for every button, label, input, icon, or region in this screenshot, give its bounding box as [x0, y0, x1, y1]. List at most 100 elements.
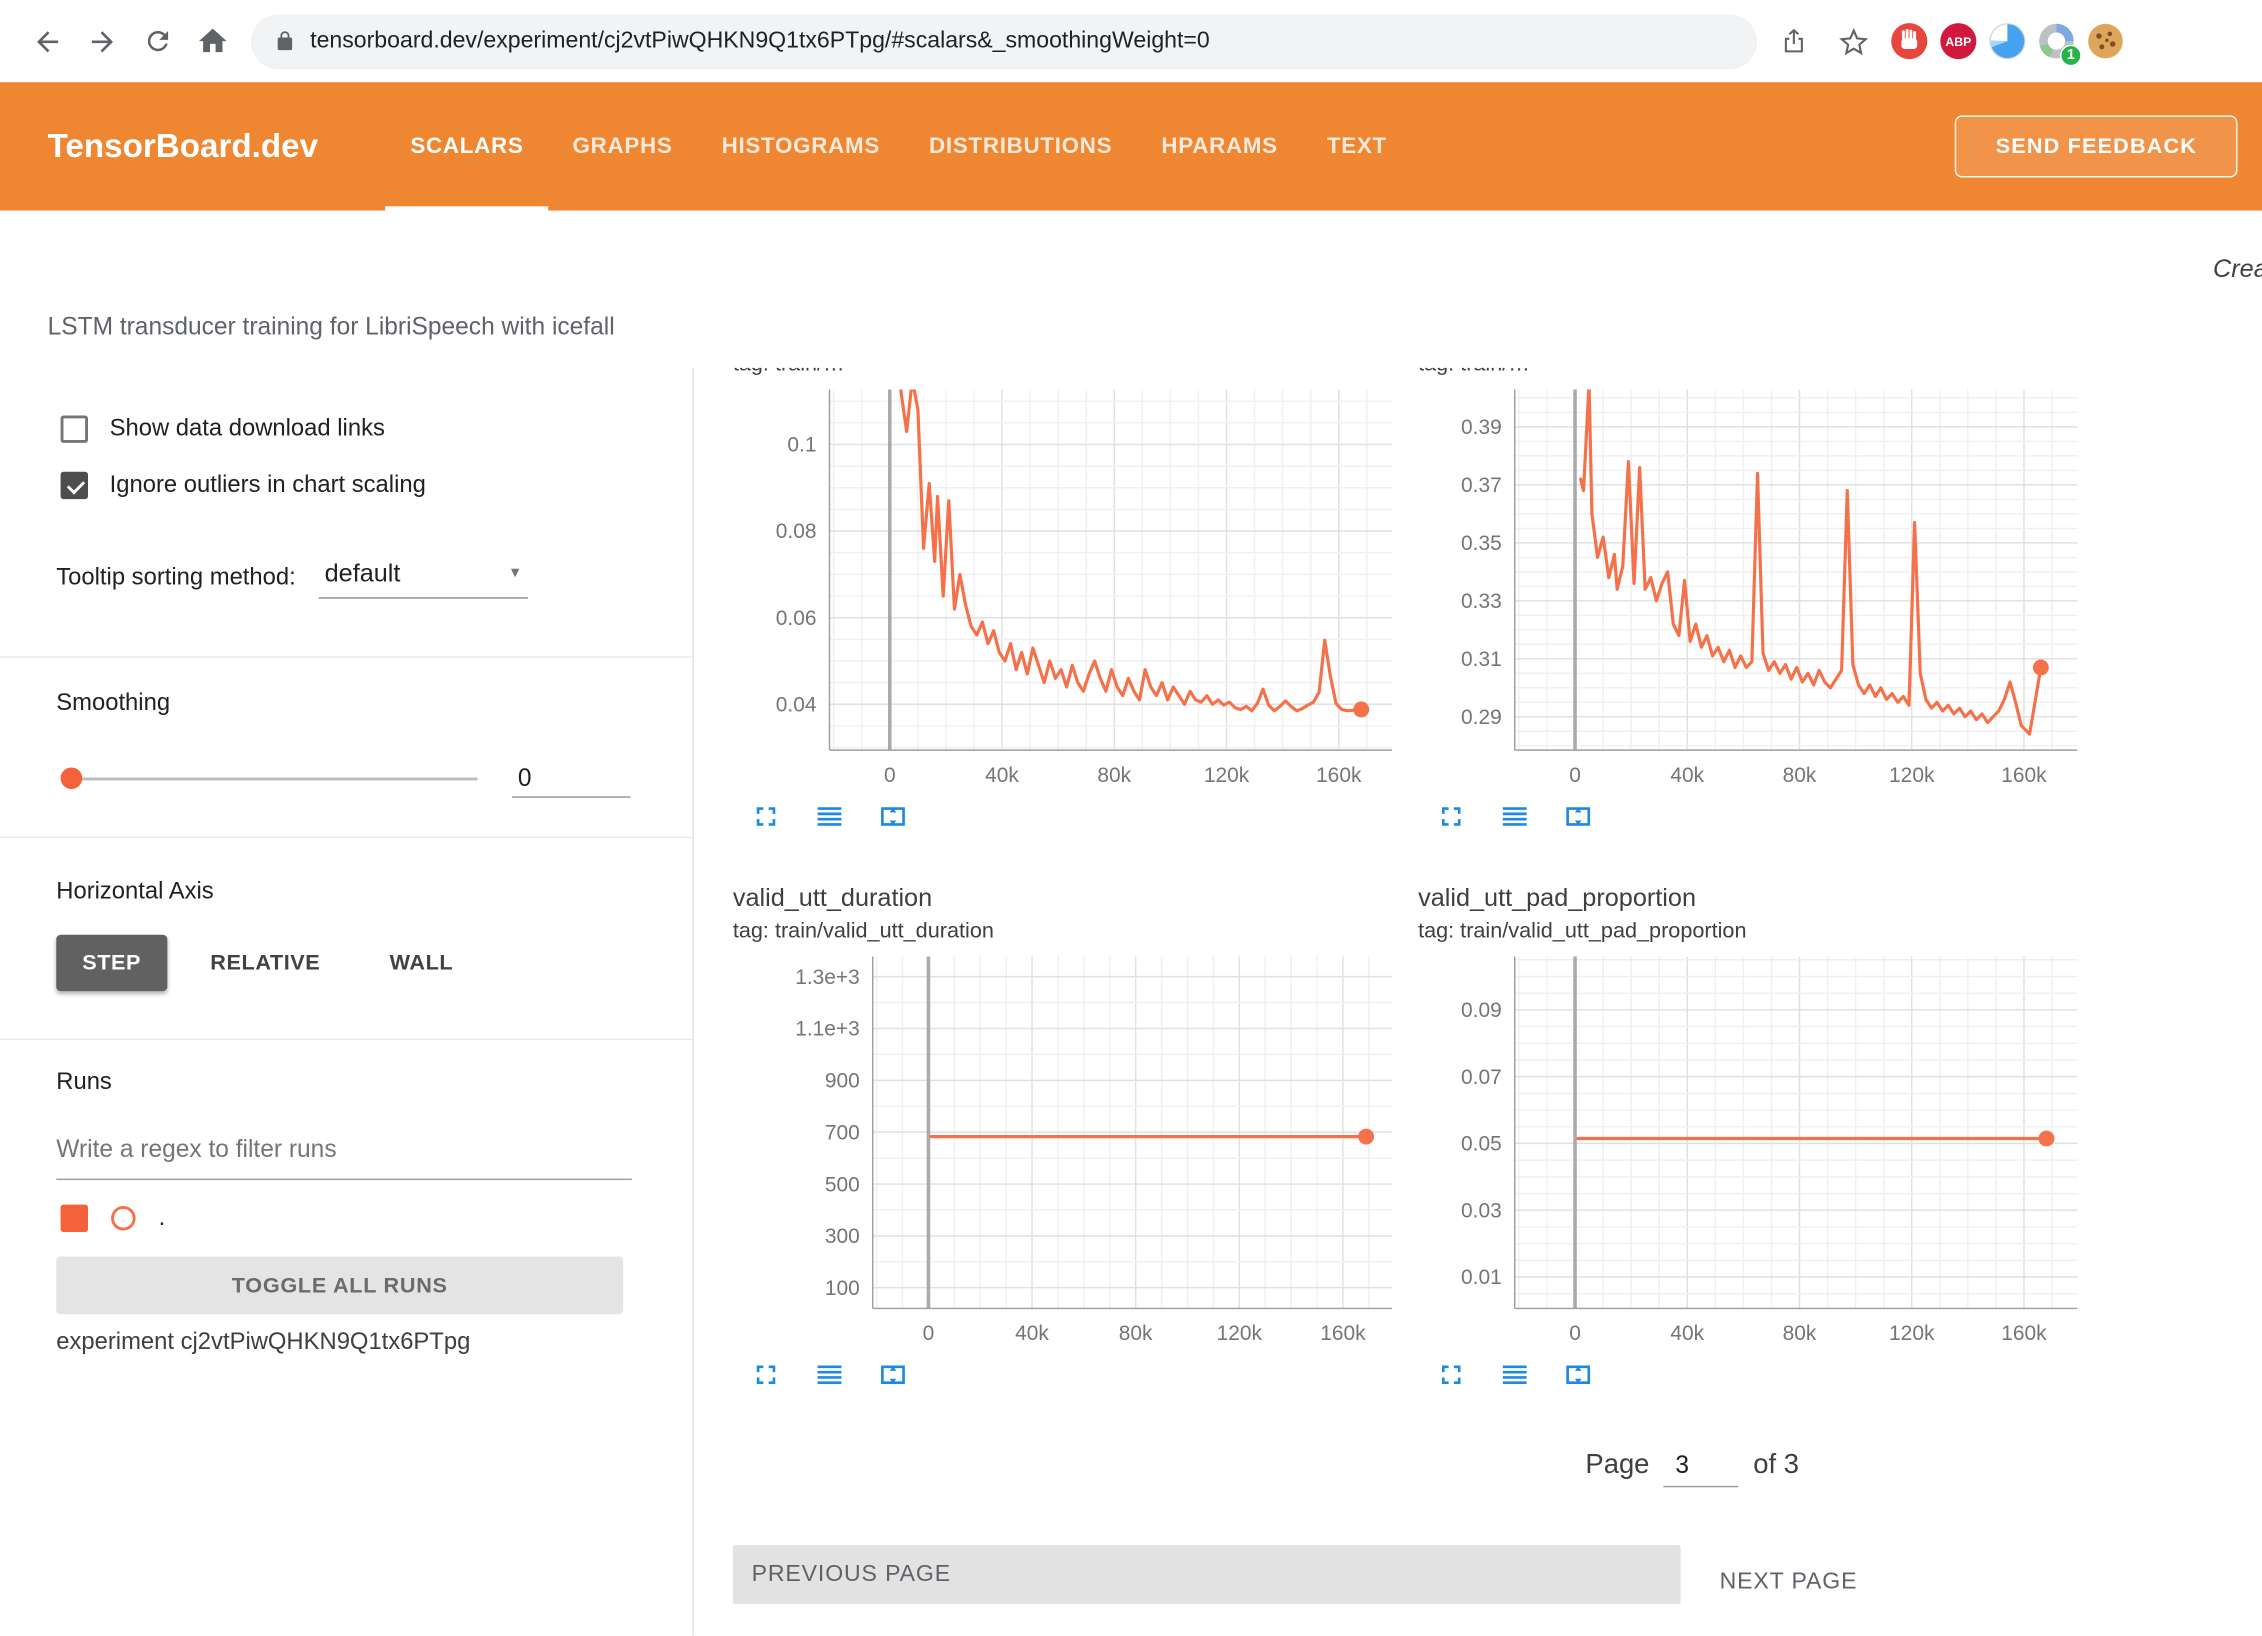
abp-extension-icon[interactable]: ABP: [1936, 19, 1979, 62]
svg-text:80k: 80k: [1097, 764, 1131, 787]
svg-text:0.37: 0.37: [1461, 474, 1502, 497]
svg-text:160k: 160k: [1316, 764, 1362, 787]
share-icon: [1779, 26, 1806, 56]
previous-page-button[interactable]: PREVIOUS PAGE: [733, 1545, 1681, 1604]
svg-text:0.39: 0.39: [1461, 416, 1502, 439]
toggle-y-axis-icon[interactable]: [1497, 1357, 1532, 1392]
tab-text[interactable]: TEXT: [1302, 82, 1411, 210]
chart-plot: 0.290.310.330.350.370.39040k80k120k160k: [1418, 390, 2090, 794]
toggle-all-runs-button[interactable]: TOGGLE ALL RUNS: [56, 1257, 623, 1315]
chart-actions: [1418, 799, 2090, 834]
run-name: .: [159, 1205, 166, 1232]
svg-text:300: 300: [825, 1225, 860, 1248]
axis-relative-button[interactable]: RELATIVE: [184, 935, 346, 991]
page-number-input[interactable]: [1664, 1451, 1739, 1487]
run-checkbox[interactable]: [61, 1205, 88, 1232]
tab-histograms[interactable]: HISTOGRAMS: [697, 82, 904, 210]
toggle-y-axis-icon[interactable]: [812, 799, 847, 834]
svg-text:0.03: 0.03: [1461, 1199, 1502, 1222]
svg-text:0.08: 0.08: [776, 520, 817, 543]
show-download-links-checkbox[interactable]: [61, 415, 88, 442]
tooltip-sorting-row: Tooltip sorting method: default ▼: [56, 555, 528, 598]
profile-extension-icon[interactable]: 1: [2034, 19, 2077, 62]
svg-text:120k: 120k: [1889, 1322, 1935, 1345]
chart-actions: [733, 1357, 1405, 1392]
svg-text:120k: 120k: [1889, 764, 1935, 787]
runs-regex-input[interactable]: [56, 1130, 632, 1180]
url-text: tensorboard.dev/experiment/cj2vtPiwQHKN9…: [310, 28, 1210, 54]
chart-plot: 0.040.060.080.1040k80k120k160k: [733, 390, 1405, 794]
svg-text:80k: 80k: [1783, 1322, 1817, 1345]
toggle-y-axis-icon[interactable]: [812, 1357, 847, 1392]
svg-text:80k: 80k: [1783, 764, 1817, 787]
svg-text:0.01: 0.01: [1461, 1266, 1502, 1289]
svg-text:0.29: 0.29: [1461, 706, 1502, 729]
svg-text:ABP: ABP: [1945, 35, 1971, 49]
svg-text:0.05: 0.05: [1461, 1133, 1502, 1156]
pagination: Page of 3: [1585, 1450, 1799, 1488]
chart-plot: 0.010.030.050.070.09040k80k120k160k: [1418, 956, 2090, 1351]
svg-text:900: 900: [825, 1070, 860, 1093]
media-extension-icon[interactable]: [1985, 19, 2028, 62]
smoothing-slider[interactable]: [66, 778, 477, 781]
smoothing-value-input[interactable]: [512, 761, 630, 797]
refresh-button[interactable]: [130, 14, 185, 69]
fit-domain-icon[interactable]: [1561, 1357, 1596, 1392]
share-button[interactable]: [1766, 14, 1821, 69]
tab-distributions[interactable]: DISTRIBUTIONS: [904, 82, 1136, 210]
axis-step-button[interactable]: STEP: [56, 935, 167, 991]
expand-chart-icon[interactable]: [1434, 799, 1469, 834]
page-of-label: of 3: [1753, 1450, 1799, 1482]
chart-tag: tag: train/valid_utt_pad_proportion: [1418, 916, 2090, 948]
tooltip-sorting-label: Tooltip sorting method:: [56, 563, 295, 590]
svg-text:160k: 160k: [2001, 1322, 2047, 1345]
smoothing-label: Smoothing: [56, 690, 170, 717]
fit-domain-icon[interactable]: [1561, 799, 1596, 834]
chart-card: valid_utt_duration tag: train/valid_utt_…: [733, 880, 1405, 1392]
fit-domain-icon[interactable]: [876, 1357, 911, 1392]
bookmark-button[interactable]: [1826, 14, 1881, 69]
svg-text:0.09: 0.09: [1461, 999, 1502, 1022]
chart-plot: 1003005007009001.1e+31.3e+3040k80k120k16…: [733, 956, 1405, 1351]
svg-text:700: 700: [825, 1121, 860, 1144]
ignore-outliers-checkbox[interactable]: [61, 472, 88, 499]
forward-button[interactable]: [75, 14, 130, 69]
horizontal-axis-buttons: STEP RELATIVE WALL: [56, 935, 479, 991]
divider: [0, 656, 692, 657]
address-bar[interactable]: tensorboard.dev/experiment/cj2vtPiwQHKN9…: [251, 14, 1757, 69]
svg-text:0.33: 0.33: [1461, 590, 1502, 613]
send-feedback-button[interactable]: SEND FEEDBACK: [1955, 115, 2237, 177]
expand-chart-icon[interactable]: [1434, 1357, 1469, 1392]
svg-text:0.04: 0.04: [776, 693, 817, 716]
expand-chart-icon[interactable]: [749, 799, 784, 834]
tab-hparams[interactable]: HPARAMS: [1137, 82, 1302, 210]
run-color-swatch[interactable]: [111, 1206, 136, 1231]
next-page-button[interactable]: NEXT PAGE: [1714, 1561, 1863, 1604]
expand-chart-icon[interactable]: [749, 1357, 784, 1392]
axis-wall-button[interactable]: WALL: [364, 935, 480, 991]
home-icon: [195, 25, 228, 58]
home-button[interactable]: [185, 14, 240, 69]
svg-text:0: 0: [884, 764, 896, 787]
tab-scalars[interactable]: SCALARS: [386, 82, 548, 210]
show-download-links-row: Show data download links: [61, 415, 385, 442]
svg-text:0.07: 0.07: [1461, 1066, 1502, 1089]
smoothing-slider-thumb[interactable]: [61, 767, 83, 789]
fit-domain-icon[interactable]: [876, 799, 911, 834]
adblock-extension-icon[interactable]: [1887, 19, 1930, 62]
svg-text:0.35: 0.35: [1461, 532, 1502, 555]
charts-panel: Page of 3 PREVIOUS PAGE NEXT PAGE tag: t…: [694, 368, 2262, 1636]
svg-text:0.1: 0.1: [787, 434, 816, 457]
cookie-extension-icon[interactable]: [2083, 19, 2126, 62]
svg-text:160k: 160k: [1320, 1322, 1366, 1345]
horizontal-axis-label: Horizontal Axis: [56, 879, 213, 906]
svg-text:1.3e+3: 1.3e+3: [795, 966, 860, 989]
star-icon: [1838, 25, 1870, 57]
chart-card: tag: train/… 0.290.310.330.350.370.39040…: [1418, 368, 2090, 834]
tooltip-sorting-select[interactable]: default ▼: [319, 555, 528, 598]
chart-card: valid_utt_pad_proportion tag: train/vali…: [1418, 880, 2090, 1392]
lock-icon: [274, 29, 296, 54]
back-button[interactable]: [20, 14, 75, 69]
tab-graphs[interactable]: GRAPHS: [548, 82, 697, 210]
toggle-y-axis-icon[interactable]: [1497, 799, 1532, 834]
